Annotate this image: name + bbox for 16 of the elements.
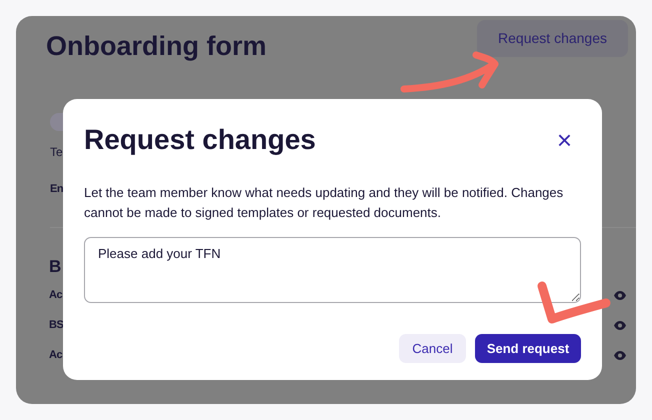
field-label: Te (50, 144, 63, 160)
dialog-title: Request changes (84, 123, 316, 157)
row-label: BS (49, 318, 64, 334)
eye-icon[interactable] (614, 351, 626, 360)
eye-icon[interactable] (614, 291, 626, 300)
send-request-button[interactable]: Send request (475, 334, 581, 363)
row-label: Ac (49, 348, 62, 364)
eye-icon[interactable] (614, 321, 626, 330)
message-field[interactable]: Please add your TFN (84, 237, 581, 303)
page-title: Onboarding form (46, 30, 266, 63)
cancel-button[interactable]: Cancel (399, 334, 466, 363)
field-label: En (50, 182, 64, 196)
row-label: Ac (49, 288, 62, 304)
section-heading: B (49, 256, 62, 278)
close-button[interactable]: × (556, 127, 572, 153)
dialog-message: Let the team member know what needs updating and they will be notified. Changes cannot be made to signed templates or requested documents. (84, 184, 564, 222)
